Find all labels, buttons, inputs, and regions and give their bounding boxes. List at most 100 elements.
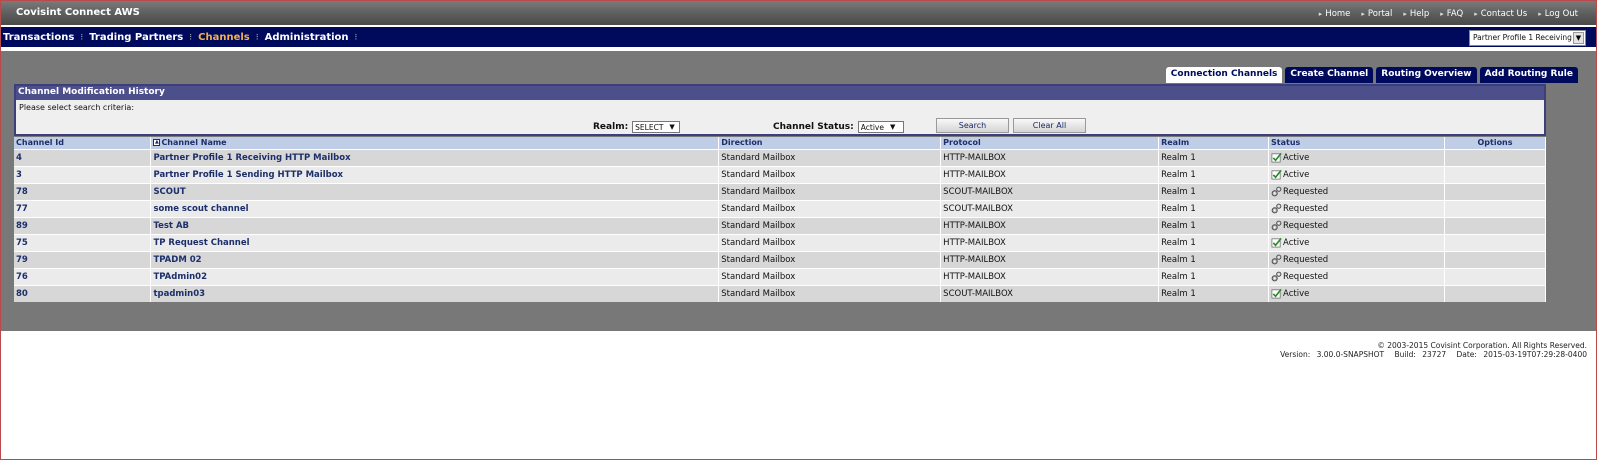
faq-link[interactable]: FAQ: [1440, 9, 1463, 19]
options-cell: [1444, 148, 1547, 166]
log-out-link[interactable]: Log Out: [1538, 9, 1578, 19]
search-button[interactable]: Search: [936, 118, 1009, 133]
col-channel-id[interactable]: Channel Id: [14, 137, 152, 149]
status-cell: Requested: [1268, 199, 1445, 217]
realm-cell: Realm 1: [1158, 148, 1270, 166]
footer: © 2003-2015 Covisint Corporation. All Ri…: [1272, 341, 1587, 359]
col-channel-name[interactable]: ▲ Channel Name: [150, 137, 720, 149]
col-direction[interactable]: Direction: [718, 137, 942, 149]
realm-cell: Realm 1: [1158, 216, 1270, 234]
status-text: Active: [1283, 289, 1310, 300]
channel-id-cell[interactable]: 79: [14, 250, 152, 268]
status-cell: Requested: [1268, 267, 1445, 285]
status-cell: Active: [1268, 148, 1445, 166]
search-hint: Please select search criteria:: [19, 103, 135, 112]
nav-trading-partners[interactable]: Trading Partners: [89, 32, 183, 43]
direction-cell: Standard Mailbox: [718, 267, 942, 285]
channel-name-cell: Partner Profile 1 Receiving HTTP Mailbox: [150, 148, 720, 166]
home-link[interactable]: Home: [1319, 9, 1350, 19]
channel-id-cell[interactable]: 89: [14, 216, 152, 234]
channel-name-cell: TP Request Channel: [150, 233, 720, 251]
channel-id-cell[interactable]: 76: [14, 267, 152, 285]
col-protocol[interactable]: Protocol: [940, 137, 1160, 149]
channel-id-cell[interactable]: 4: [14, 148, 152, 166]
channel-name-link[interactable]: SCOUT: [153, 187, 185, 197]
direction-cell: Standard Mailbox: [718, 165, 942, 183]
nav-transactions[interactable]: Transactions: [3, 32, 74, 43]
channel-id-cell[interactable]: 75: [14, 233, 152, 251]
help-link[interactable]: Help: [1403, 9, 1429, 19]
gears-icon: [1271, 271, 1282, 282]
gears-icon: [1271, 186, 1282, 197]
status-cell: Active: [1268, 284, 1445, 302]
sort-icon[interactable]: ▲: [153, 139, 161, 147]
options-cell: [1444, 165, 1547, 183]
status-text: Requested: [1283, 221, 1329, 231]
channel-name-cell: SCOUT: [150, 182, 720, 200]
table-header-row: Channel Id ▲ Channel Name Direction Proto…: [14, 137, 1547, 149]
options-cell: [1444, 199, 1547, 217]
table-row: 89 Test AB Standard Mailbox HTTP-MAILBOX Rea…: [14, 216, 1547, 234]
channel-name-link[interactable]: TP Request Channel: [153, 238, 249, 248]
nav-channels[interactable]: Channels: [198, 32, 250, 43]
status-text: Active: [1283, 153, 1310, 163]
channel-name-link[interactable]: TPAdmin02: [153, 272, 207, 282]
channel-name-cell: tpadmin03: [150, 284, 720, 302]
channel-name-link[interactable]: Partner Profile 1 Receiving HTTP Mailbox: [153, 153, 350, 163]
channel-id-cell[interactable]: 78: [14, 182, 152, 200]
channel-name-link[interactable]: some scout channel: [153, 204, 248, 214]
channel-name-cell: some scout channel: [150, 199, 720, 217]
copyright: © 2003-2015 Covisint Corporation. All Ri…: [1377, 341, 1587, 350]
tab-create-channel[interactable]: Create Channel: [1285, 67, 1374, 83]
direction-cell: Standard Mailbox: [718, 182, 942, 200]
table-row: 4 Partner Profile 1 Receiving HTTP Mailbo…: [14, 148, 1547, 166]
app-title: Covisint Connect AWS: [16, 7, 140, 18]
table-row: 80 tpadmin03 Standard Mailbox SCOUT-MAILBOX…: [14, 284, 1547, 302]
direction-cell: Standard Mailbox: [718, 148, 942, 166]
nav-administration[interactable]: Administration: [265, 32, 349, 43]
status-cell: Requested: [1268, 182, 1445, 200]
portal-link[interactable]: Portal: [1361, 9, 1392, 19]
tab-routing-overview[interactable]: Routing Overview: [1376, 67, 1477, 83]
check-icon: [1271, 152, 1282, 163]
status-cell: Requested: [1268, 250, 1445, 268]
chevron-down-icon: ▼: [889, 123, 896, 131]
tab-add-routing-rule[interactable]: Add Routing Rule: [1479, 67, 1578, 83]
contact-us-link[interactable]: Contact Us: [1474, 9, 1527, 19]
channel-id-cell[interactable]: 3: [14, 165, 152, 183]
realm-cell: Realm 1: [1158, 284, 1270, 302]
top-links: Home Portal Help FAQ Contact Us Log Out: [1319, 9, 1578, 19]
protocol-cell: HTTP-MAILBOX: [940, 148, 1160, 166]
status-select[interactable]: Active ▼: [857, 121, 904, 133]
top-bar: Covisint Connect AWS Home Portal Help FA…: [1, 1, 1596, 25]
col-channel-name-label: Channel Name: [161, 138, 227, 148]
table-row: 79 TPADM 02 Standard Mailbox HTTP-MAILBOX Re…: [14, 250, 1547, 268]
direction-cell: Standard Mailbox: [718, 250, 942, 268]
realm-cell: Realm 1: [1158, 267, 1270, 285]
chevron-down-icon[interactable]: ▼: [1573, 32, 1584, 44]
protocol-cell: HTTP-MAILBOX: [940, 233, 1160, 251]
channel-name-link[interactable]: tpadmin03: [153, 289, 205, 299]
version-info: Version: 3.00.0-SNAPSHOT Build: 23727 Da…: [1280, 350, 1587, 359]
col-status[interactable]: Status: [1268, 137, 1445, 149]
channel-id-cell[interactable]: 80: [14, 284, 152, 302]
channel-name-link[interactable]: TPADM 02: [153, 255, 201, 265]
table-row: 3 Partner Profile 1 Sending HTTP Mailbox S…: [14, 165, 1547, 183]
tab-connection-channels[interactable]: Connection Channels: [1165, 67, 1283, 83]
realm-cell: Realm 1: [1158, 233, 1270, 251]
options-cell: [1444, 216, 1547, 234]
nav-separator: ⁝: [189, 32, 193, 43]
channel-name-link[interactable]: Partner Profile 1 Sending HTTP Mailbox: [153, 170, 343, 180]
realm-select[interactable]: SELECT ▼: [632, 121, 681, 133]
status-cell: Requested: [1268, 216, 1445, 234]
options-cell: [1444, 267, 1547, 285]
status-value: Active: [860, 122, 884, 132]
nav-separator: ⁝: [80, 32, 84, 43]
status-cell: Active: [1268, 233, 1445, 251]
partner-profile-value: Partner Profile 1 Receiving: [1473, 33, 1572, 42]
channel-id-cell[interactable]: 77: [14, 199, 152, 217]
col-realm[interactable]: Realm: [1158, 137, 1270, 149]
partner-profile-select[interactable]: Partner Profile 1 Receiving ▼: [1469, 30, 1586, 46]
channel-name-link[interactable]: Test AB: [153, 221, 189, 231]
clear-all-button[interactable]: Clear All: [1013, 118, 1086, 133]
